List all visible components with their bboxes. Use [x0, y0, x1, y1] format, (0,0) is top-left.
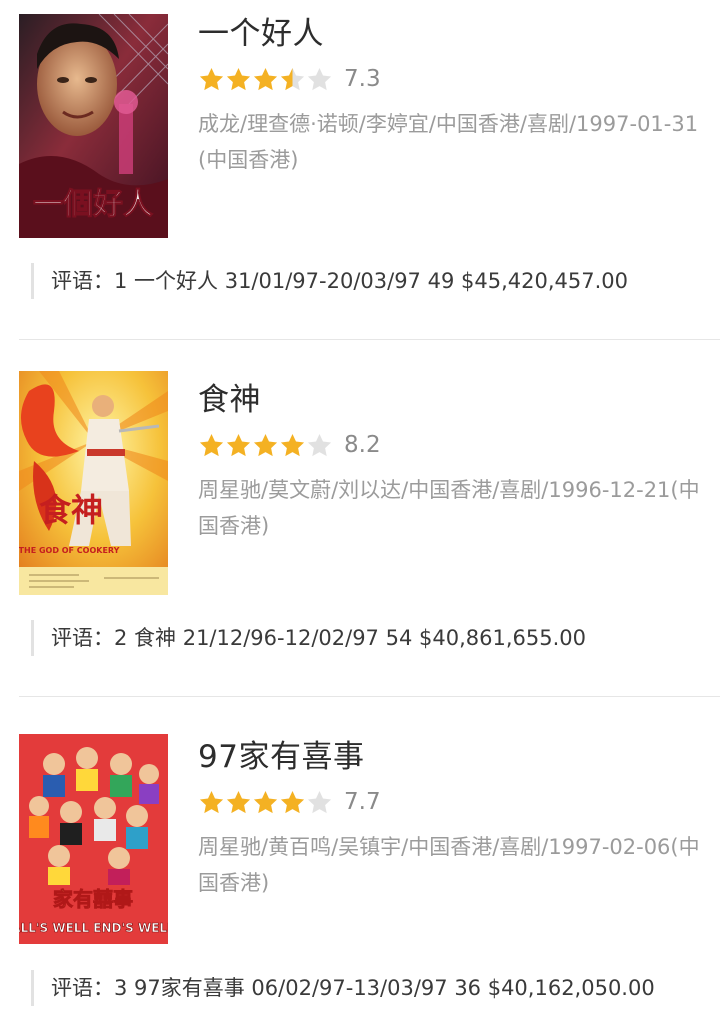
review-prefix: 评语： — [51, 269, 114, 293]
poster-title-text: 一個好人 — [33, 187, 153, 222]
star-filled-icon — [252, 789, 279, 816]
star-rating — [198, 66, 334, 93]
star-filled-icon — [279, 789, 306, 816]
review-prefix: 评语： — [51, 626, 114, 650]
star-filled-icon — [252, 432, 279, 459]
star-filled-icon — [225, 789, 252, 816]
poster-subtitle-text: ALL'S WELL END'S WELL — [19, 921, 168, 935]
review-text: 2 食神 21/12/96-12/02/97 54 $40,861,655.00 — [114, 626, 586, 650]
divider — [19, 339, 720, 340]
star-empty-icon — [306, 432, 333, 459]
divider — [19, 696, 720, 697]
poster-subtitle-text: THE GOD OF COOKERY — [19, 546, 120, 555]
movie-title[interactable]: 97家有喜事 — [198, 737, 708, 777]
poster-image: 家有囍事 ALL'S WELL END'S WELL — [19, 734, 168, 944]
review-text: 3 97家有喜事 06/02/97-13/03/97 36 $40,162,05… — [114, 976, 655, 1000]
star-filled-icon — [279, 432, 306, 459]
star-filled-icon — [198, 789, 225, 816]
review-line: 评语：2 食神 21/12/96-12/02/97 54 $40,861,655… — [31, 620, 720, 656]
star-rating — [198, 432, 334, 459]
movie-meta: 周星驰/黄百鸣/吴镇宇/中国香港/喜剧/1997-02-06(中国香港) — [198, 835, 700, 895]
rating-row: 7.3 — [198, 62, 708, 96]
rating-row: 8.2 — [198, 428, 708, 462]
rating-score: 8.2 — [344, 432, 381, 458]
movie-meta: 成龙/理查德·诺顿/李婷宜/中国香港/喜剧/1997-01-31(中国香港) — [198, 112, 699, 172]
star-filled-icon — [198, 432, 225, 459]
movie-meta: 周星驰/莫文蔚/刘以达/中国香港/喜剧/1996-12-21(中国香港) — [198, 478, 700, 538]
star-empty-icon — [306, 66, 333, 93]
star-filled-icon — [252, 66, 279, 93]
movie-info: 食神 8.2 周星驰/莫文蔚/刘以达/中国香港/喜剧/1996-12-21(中国… — [198, 380, 708, 544]
star-filled-icon — [198, 66, 225, 93]
poster-title-text: 食神 — [39, 491, 103, 529]
star-empty-icon — [306, 789, 333, 816]
poster-image: 食神 THE GOD OF COOKERY — [19, 371, 168, 595]
movie-title[interactable]: 食神 — [198, 380, 708, 420]
star-half-icon — [279, 66, 306, 93]
rating-score: 7.3 — [344, 66, 381, 92]
review-prefix: 评语： — [51, 976, 114, 1000]
movie-poster[interactable]: 食神 THE GOD OF COOKERY — [19, 371, 168, 595]
review-line: 评语：1 一个好人 31/01/97-20/03/97 49 $45,420,4… — [31, 263, 720, 299]
review-line: 评语：3 97家有喜事 06/02/97-13/03/97 36 $40,162… — [31, 970, 720, 1006]
poster-title-text: 家有囍事 — [53, 887, 133, 911]
rating-row: 7.7 — [198, 785, 708, 819]
movie-poster[interactable]: 一個好人 — [19, 14, 168, 238]
movie-info: 97家有喜事 7.7 周星驰/黄百鸣/吴镇宇/中国香港/喜剧/1997-02-0… — [198, 737, 708, 901]
star-filled-icon — [225, 66, 252, 93]
star-rating — [198, 789, 334, 816]
movie-poster[interactable]: 家有囍事 ALL'S WELL END'S WELL — [19, 734, 168, 944]
rating-score: 7.7 — [344, 789, 381, 815]
movie-info: 一个好人 7.3 成龙/理查德·诺顿/李婷宜/中国香港/喜剧/1997-01-3… — [198, 14, 708, 178]
movie-title[interactable]: 一个好人 — [198, 14, 708, 54]
poster-image: 一個好人 — [19, 14, 168, 238]
review-text: 1 一个好人 31/01/97-20/03/97 49 $45,420,457.… — [114, 269, 628, 293]
star-filled-icon — [225, 432, 252, 459]
